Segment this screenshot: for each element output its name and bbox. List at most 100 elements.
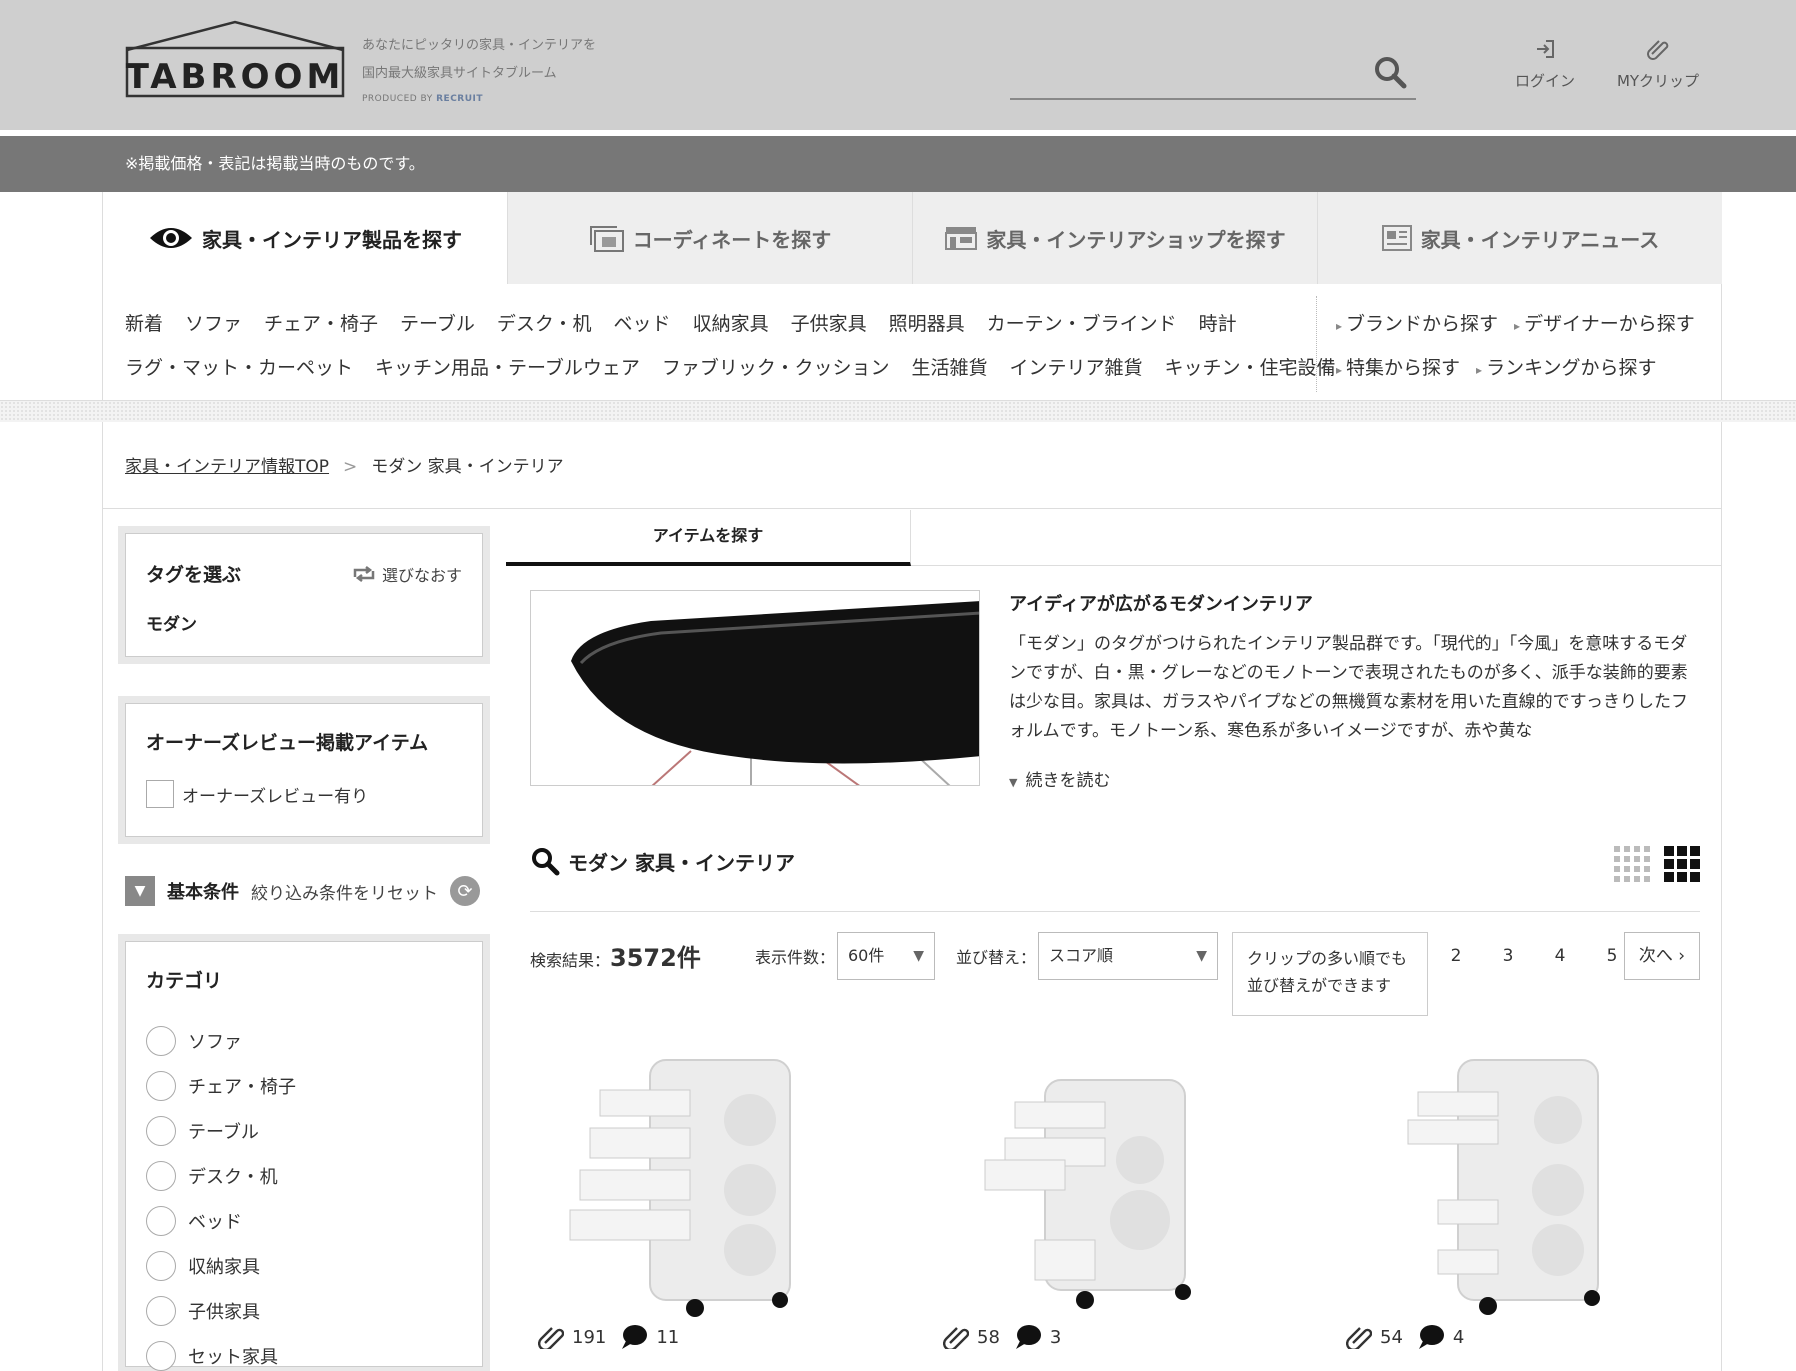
- category-radio[interactable]: [146, 1116, 176, 1146]
- comment-count-value: 11: [656, 1326, 680, 1348]
- collapse-toggle-icon[interactable]: ▼: [125, 876, 155, 906]
- category-radio[interactable]: [146, 1341, 176, 1371]
- clip-count[interactable]: 58: [943, 1325, 1000, 1349]
- category-option-label: ベッド: [188, 1212, 242, 1233]
- page-link[interactable]: 4: [1534, 932, 1586, 980]
- tab-coordinate[interactable]: コーディネートを探す: [507, 192, 912, 284]
- site-header: TABROOM あなたにピッタリの家具・インテリアを 国内最大級家具サイトタブル…: [0, 0, 1796, 130]
- cat-link-kitchen-equipment[interactable]: キッチン・住宅設備: [1165, 353, 1336, 380]
- sort-select[interactable]: スコア順 ▼: [1038, 932, 1218, 980]
- review-option[interactable]: オーナーズレビュー有り: [146, 780, 368, 808]
- category-option[interactable]: テーブル: [146, 1116, 259, 1146]
- clip-count-value: 54: [1380, 1326, 1403, 1348]
- cat-link-new[interactable]: 新着: [125, 309, 163, 336]
- category-option[interactable]: セット家具: [146, 1341, 278, 1371]
- page-link[interactable]: 2: [1430, 932, 1482, 980]
- tab-shops[interactable]: 家具・インテリアショップを探す: [912, 192, 1317, 284]
- product-stats: 54 4: [1346, 1324, 1464, 1350]
- cat-link-storage[interactable]: 収納家具: [693, 309, 769, 336]
- photo-icon: [589, 226, 624, 252]
- category-divider: [1316, 296, 1317, 392]
- comment-count[interactable]: 11: [620, 1324, 679, 1350]
- category-option[interactable]: デスク・机: [146, 1161, 278, 1191]
- link-designer[interactable]: デザイナーから探す: [1514, 309, 1695, 336]
- product-card[interactable]: 54 4: [1338, 1050, 1698, 1350]
- produced-by-label: PRODUCED BY: [362, 94, 433, 104]
- basic-conditions: ▼ 基本条件 絞り込み条件をリセット ⟳: [125, 876, 480, 906]
- cat-link-goods[interactable]: 生活雑貨: [912, 353, 988, 380]
- tab-news-label: 家具・インテリアニュース: [1420, 227, 1660, 252]
- product-image[interactable]: [530, 1050, 890, 1320]
- category-radio[interactable]: [146, 1161, 176, 1191]
- login-link[interactable]: ログイン: [1495, 38, 1595, 91]
- cat-link-chair[interactable]: チェア・椅子: [264, 309, 378, 336]
- result-count-label: 検索結果：: [530, 951, 611, 970]
- product-image[interactable]: [1338, 1050, 1698, 1320]
- main-nav: 家具・インテリア製品を探す コーディネートを探す 家具・インテリアショップを探す…: [102, 192, 1722, 284]
- tab-find-items[interactable]: アイテムを探す: [506, 510, 911, 566]
- large-grid-view-icon[interactable]: [1664, 846, 1700, 882]
- category-links: 新着 ソファ チェア・椅子 テーブル デスク・机 ベッド 収納家具 子供家具 照…: [125, 300, 1336, 388]
- clip-count[interactable]: 191: [538, 1325, 606, 1349]
- breadcrumb-home[interactable]: 家具・インテリア情報TOP: [125, 457, 329, 477]
- category-option[interactable]: ベッド: [146, 1206, 242, 1236]
- link-brand[interactable]: ブランドから探す: [1336, 309, 1498, 336]
- login-label: ログイン: [1514, 72, 1575, 90]
- product-image[interactable]: [935, 1050, 1295, 1320]
- category-filter-box: カテゴリ ソファ チェア・椅子 テーブル デスク・机 ベッド 収納家具 子供家具…: [118, 934, 490, 1371]
- reselect-button[interactable]: 選びなおす: [352, 562, 462, 586]
- cat-link-lighting[interactable]: 照明器具: [889, 309, 965, 336]
- reset-filters-link[interactable]: 絞り込み条件をリセット: [251, 879, 438, 904]
- category-radio[interactable]: [146, 1026, 176, 1056]
- category-radio[interactable]: [146, 1251, 176, 1281]
- reset-icon[interactable]: ⟳: [450, 876, 480, 906]
- my-clip-label: MYクリップ: [1616, 72, 1700, 90]
- link-ranking[interactable]: ランキングから探す: [1476, 353, 1656, 380]
- refresh-icon: [353, 566, 375, 582]
- tab-products[interactable]: 家具・インテリア製品を探す: [102, 192, 507, 284]
- cat-link-sofa[interactable]: ソファ: [185, 309, 242, 336]
- category-option-label: 収納家具: [188, 1257, 260, 1278]
- page-link[interactable]: 3: [1482, 932, 1534, 980]
- login-icon: [1537, 40, 1554, 58]
- category-radio[interactable]: [146, 1071, 176, 1101]
- category-radio[interactable]: [146, 1206, 176, 1236]
- search-button[interactable]: [1372, 54, 1408, 90]
- cat-link-clock[interactable]: 時計: [1199, 309, 1237, 336]
- category-option[interactable]: ソファ: [146, 1026, 242, 1056]
- item-tab-row: アイテムを探す: [506, 510, 1722, 566]
- category-radio[interactable]: [146, 1296, 176, 1326]
- category-option[interactable]: チェア・椅子: [146, 1071, 296, 1101]
- small-grid-view-icon[interactable]: [1614, 846, 1650, 882]
- category-option-label: ソファ: [188, 1032, 242, 1053]
- cat-link-table[interactable]: テーブル: [400, 309, 475, 336]
- tab-news[interactable]: 家具・インテリアニュース: [1317, 192, 1722, 284]
- cat-link-interior-goods[interactable]: インテリア雑貨: [1010, 353, 1143, 380]
- cat-link-rug[interactable]: ラグ・マット・カーペット: [125, 353, 353, 380]
- per-page-value: 60件: [848, 946, 885, 965]
- read-more-link[interactable]: 続きを読む: [1009, 766, 1110, 791]
- review-filter-box: オーナーズレビュー掲載アイテム オーナーズレビュー有り: [118, 696, 490, 844]
- category-option[interactable]: 収納家具: [146, 1251, 260, 1281]
- cat-link-desk[interactable]: デスク・机: [497, 309, 592, 336]
- paperclip-icon: [943, 1327, 969, 1349]
- search-input[interactable]: [1010, 48, 1350, 96]
- next-page-button[interactable]: 次へ ›: [1624, 932, 1700, 980]
- category-option[interactable]: 子供家具: [146, 1296, 260, 1326]
- product-card[interactable]: 191 11: [530, 1050, 890, 1350]
- cat-link-kitchenware[interactable]: キッチン用品・テーブルウェア: [375, 353, 640, 380]
- my-clip-link[interactable]: MYクリップ: [1608, 38, 1708, 91]
- cat-link-fabric[interactable]: ファブリック・クッション: [662, 353, 890, 380]
- cat-link-bed[interactable]: ベッド: [614, 309, 671, 336]
- category-option-label: テーブル: [188, 1122, 259, 1143]
- review-checkbox[interactable]: [146, 780, 174, 808]
- comment-count[interactable]: 3: [1014, 1324, 1061, 1350]
- cat-link-kids[interactable]: 子供家具: [791, 309, 867, 336]
- tabroom-logo[interactable]: TABROOM: [125, 20, 345, 98]
- cat-link-curtain[interactable]: カーテン・ブラインド: [987, 309, 1177, 336]
- clip-count[interactable]: 54: [1346, 1325, 1403, 1349]
- link-feature[interactable]: 特集から探す: [1336, 353, 1460, 380]
- per-page-select[interactable]: 60件 ▼: [837, 932, 935, 980]
- comment-count[interactable]: 4: [1417, 1324, 1464, 1350]
- product-card[interactable]: 58 3: [935, 1050, 1295, 1350]
